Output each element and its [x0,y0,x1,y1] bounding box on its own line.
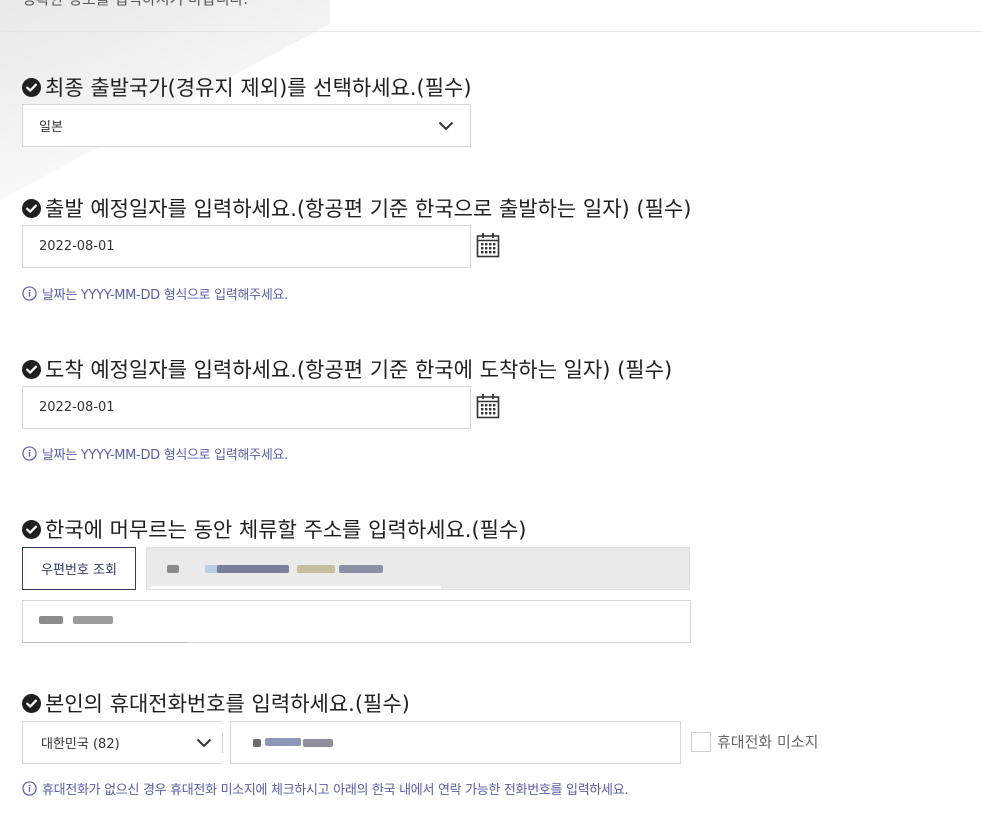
departure-date-input[interactable]: 2022-08-01 [22,225,471,268]
check-circle-icon [22,77,41,97]
info-icon [22,286,37,301]
redacted-text [339,565,383,573]
departure-country-select[interactable]: 일본 [22,104,471,147]
redacted-text [303,739,333,747]
input-underline [23,642,188,643]
arrival-date-hint: 날짜는 YYYY-MM-DD 형식으로 입력해주세요. [22,444,288,463]
arrival-date-title-text: 도착 예정일자를 입력하세요.(항공편 기준 한국에 도착하는 일자) (필수) [45,358,673,382]
check-circle-icon [22,519,41,539]
arrival-date-value: 2022-08-01 [39,400,115,415]
departure-date-value: 2022-08-01 [39,239,115,254]
intro-text: 정확한 정보를 입력하시기 바랍니다. [22,0,248,9]
arrival-date-title: 도착 예정일자를 입력하세요.(항공편 기준 한국에 도착하는 일자) (필수) [22,354,672,384]
phone-hint-text: 휴대전화가 없으신 경우 휴대전화 미소지에 체크하시고 아래의 한국 내에서 … [42,783,629,798]
calendar-icon[interactable] [476,232,500,258]
address-title-text: 한국에 머무르는 동안 체류할 주소를 입력하세요.(필수) [45,518,527,542]
info-icon [22,781,37,796]
departure-date-title: 출발 예정일자를 입력하세요.(항공편 기준 한국으로 출발하는 일자) (필수… [22,193,691,223]
info-icon [22,446,37,461]
check-circle-icon [22,198,41,218]
no-phone-checkbox[interactable] [691,731,711,752]
departure-country-title: 최종 출발국가(경유지 제외)를 선택하세요.(필수) [22,72,472,102]
calendar-icon[interactable] [476,393,500,419]
check-circle-icon [22,693,41,713]
check-circle-icon [22,359,41,379]
redacted-text [39,616,63,624]
input-underline [151,586,441,589]
no-phone-label: 휴대전화 미소지 [717,733,819,751]
address-title: 한국에 머무르는 동안 체류할 주소를 입력하세요.(필수) [22,514,526,544]
zipcode-search-button[interactable]: 우편번호 조회 [22,547,136,590]
country-code-select[interactable]: 대한민국 (82) [22,721,222,764]
redacted-text [167,565,179,573]
departure-date-hint: 날짜는 YYYY-MM-DD 형식으로 입력해주세요. [22,284,288,303]
redacted-text [217,565,289,573]
departure-date-hint-text: 날짜는 YYYY-MM-DD 형식으로 입력해주세요. [42,288,288,303]
phone-title: 본인의 휴대전화번호를 입력하세요.(필수) [22,688,410,718]
phone-number-input[interactable] [230,721,681,764]
redacted-text [73,616,113,624]
no-phone-option[interactable]: 휴대전화 미소지 [691,731,818,752]
departure-date-title-text: 출발 예정일자를 입력하세요.(항공편 기준 한국으로 출발하는 일자) (필수… [45,197,692,221]
redacted-text [253,739,261,747]
country-code-value: 대한민국 (82) [41,737,120,752]
phone-title-text: 본인의 휴대전화번호를 입력하세요.(필수) [45,692,410,716]
address-line1-input[interactable] [146,547,690,590]
arrival-date-hint-text: 날짜는 YYYY-MM-DD 형식으로 입력해주세요. [42,448,288,463]
divider [0,31,982,32]
departure-country-value: 일본 [39,120,63,135]
redacted-text [265,738,301,746]
divider [222,733,223,753]
phone-hint: 휴대전화가 없으신 경우 휴대전화 미소지에 체크하시고 아래의 한국 내에서 … [22,779,628,798]
arrival-date-input[interactable]: 2022-08-01 [22,386,471,429]
departure-country-title-text: 최종 출발국가(경유지 제외)를 선택하세요.(필수) [45,76,472,100]
chevron-down-icon [438,121,454,130]
chevron-down-icon [196,738,212,747]
address-line2-input[interactable] [22,600,691,643]
redacted-text [297,565,335,573]
